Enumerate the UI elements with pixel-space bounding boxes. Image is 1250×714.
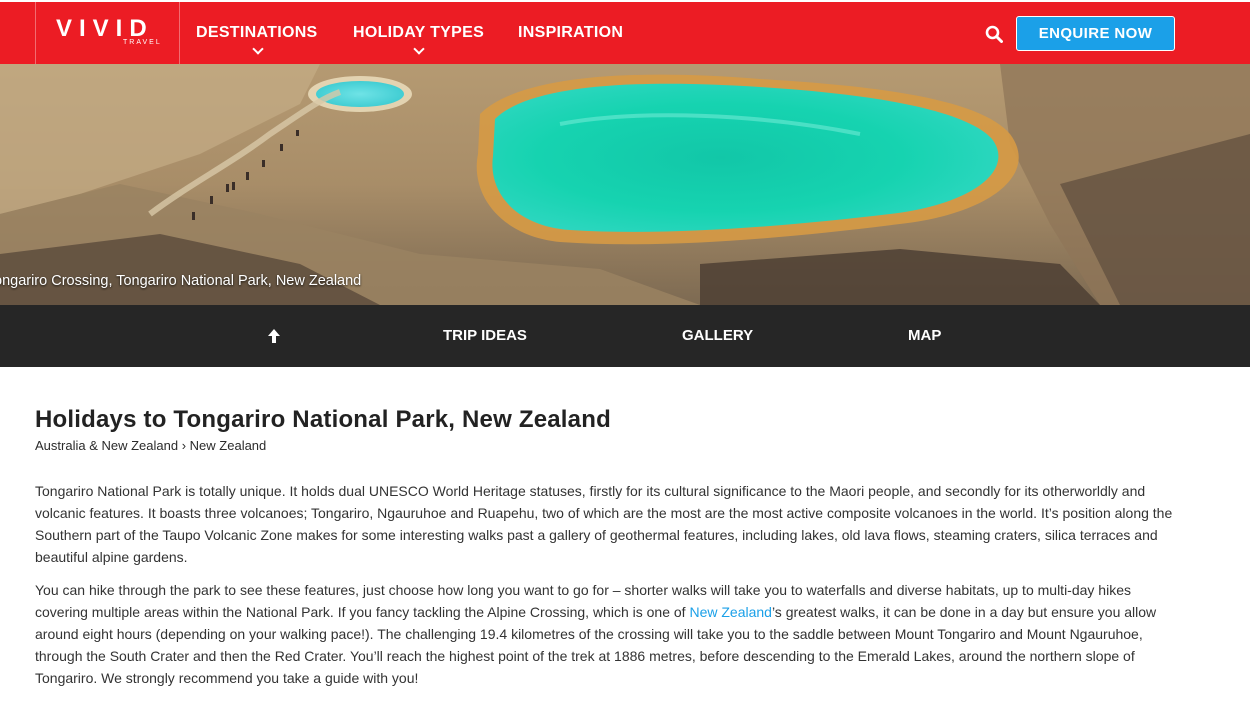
site-header: VIVID TRAVEL DESTINATIONS HOLIDAY TYPES … (0, 0, 1250, 66)
nav-destinations[interactable]: DESTINATIONS (196, 24, 318, 42)
hero-caption: ongariro Crossing, Tongariro National Pa… (0, 273, 362, 289)
tab-map[interactable]: MAP (908, 327, 941, 344)
search-icon[interactable] (985, 25, 1003, 43)
breadcrumb-separator: › (181, 438, 187, 453)
breadcrumb-australia-new-zealand[interactable]: Australia & New Zealand (35, 438, 178, 453)
section-nav-bar: TRIP IDEAS GALLERY MAP (0, 305, 1250, 367)
chevron-down-icon[interactable] (413, 43, 425, 55)
nav-holiday-types[interactable]: HOLIDAY TYPES (353, 24, 484, 42)
chevron-down-icon[interactable] (252, 43, 264, 55)
tab-gallery[interactable]: GALLERY (682, 327, 753, 344)
nav-inspiration[interactable]: INSPIRATION (518, 24, 623, 42)
hero-landscape-illustration (0, 64, 1250, 305)
intro-paragraph: Tongariro National Park is totally uniqu… (35, 483, 1173, 565)
logo-subtext: TRAVEL (123, 39, 162, 46)
hiking-paragraph: You can hike through the park to see the… (35, 579, 1185, 689)
hero-image (0, 64, 1250, 305)
breadcrumb-new-zealand[interactable]: New Zealand (190, 438, 267, 453)
breadcrumb: Australia & New Zealand › New Zealand (35, 438, 266, 453)
tab-trip-ideas[interactable]: TRIP IDEAS (443, 327, 527, 344)
new-zealand-link[interactable]: New Zealand (689, 604, 772, 620)
enquire-now-button[interactable]: ENQUIRE NOW (1016, 16, 1175, 51)
page-title: Holidays to Tongariro National Park, New… (35, 406, 611, 433)
arrow-up-icon[interactable] (266, 328, 282, 344)
vivid-travel-logo[interactable]: VIVID TRAVEL (35, 2, 180, 66)
